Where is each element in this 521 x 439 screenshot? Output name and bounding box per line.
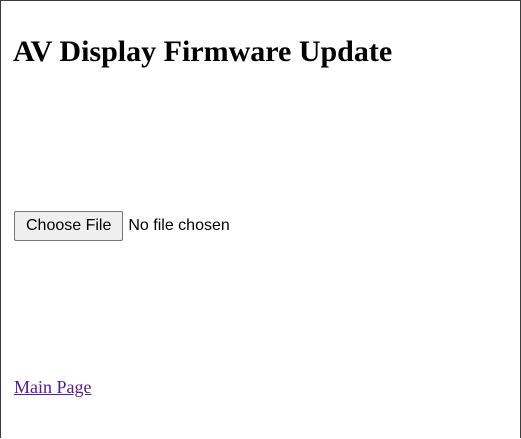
- firmware-file-input[interactable]: Choose File No file chosen: [14, 211, 230, 241]
- main-page-link[interactable]: Main Page: [14, 376, 91, 398]
- file-status-text: No file chosen: [128, 217, 230, 234]
- choose-file-button[interactable]: Choose File: [14, 211, 124, 241]
- page-title: AV Display Firmware Update: [13, 35, 393, 68]
- page-frame: AV Display Firmware Update Choose File N…: [0, 0, 521, 438]
